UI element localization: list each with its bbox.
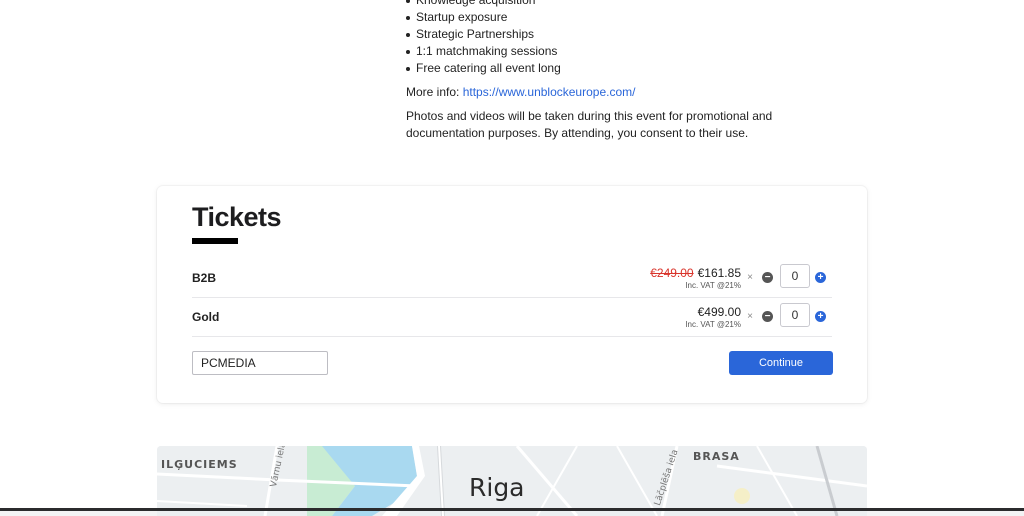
- benefit-item: Free catering all event long: [406, 60, 786, 77]
- map-city-label: Riga: [469, 473, 525, 502]
- tickets-heading: Tickets: [192, 202, 282, 232]
- location-map[interactable]: ILĢUCIEMS BRASA Riga Vārnu iela Lāčplēša…: [157, 446, 867, 516]
- plus-icon: +: [817, 271, 824, 283]
- benefit-item: Knowledge acquisition: [406, 0, 786, 9]
- ticket-row-gold: Gold €499.00 Inc. VAT @21% × − 0 +: [192, 298, 832, 337]
- benefit-item: Strategic Partnerships: [406, 26, 786, 43]
- decrease-quantity-button[interactable]: −: [762, 272, 773, 283]
- ticket-name: Gold: [192, 310, 220, 324]
- map-district-label: ILĢUCIEMS: [161, 458, 238, 471]
- more-info-label: More info:: [406, 85, 460, 99]
- promo-code-input[interactable]: PCMEDIA: [192, 351, 328, 375]
- more-info-line: More info: https://www.unblockeurope.com…: [406, 84, 786, 101]
- plus-icon: +: [817, 310, 824, 322]
- decrease-quantity-button[interactable]: −: [762, 311, 773, 322]
- continue-button[interactable]: Continue: [729, 351, 833, 375]
- ticket-price: €249.00 €161.85 Inc. VAT @21%: [650, 266, 741, 291]
- minus-icon: −: [764, 271, 771, 283]
- heading-underline: [192, 238, 238, 244]
- more-info-link[interactable]: https://www.unblockeurope.com/: [463, 85, 636, 99]
- quantity-field[interactable]: 0: [780, 264, 810, 288]
- photo-notice: Photos and videos will be taken during t…: [406, 109, 773, 140]
- ticket-name: B2B: [192, 271, 217, 285]
- page: Knowledge acquisition Startup exposure S…: [0, 0, 1024, 516]
- ticket-price: €499.00 Inc. VAT @21%: [685, 305, 741, 330]
- tickets-card: Tickets B2B €249.00 €161.85 Inc. VAT @21%…: [157, 186, 867, 403]
- vat-note: Inc. VAT @21%: [685, 320, 741, 329]
- event-description: Knowledge acquisition Startup exposure S…: [406, 0, 786, 142]
- benefit-item: Startup exposure: [406, 9, 786, 26]
- current-price: €499.00: [697, 305, 741, 319]
- vat-note: Inc. VAT @21%: [685, 281, 741, 290]
- current-price: €161.85: [697, 266, 741, 280]
- multiply-sign: ×: [747, 311, 753, 322]
- quantity-field[interactable]: 0: [780, 303, 810, 327]
- increase-quantity-button[interactable]: +: [815, 311, 826, 322]
- minus-icon: −: [764, 310, 771, 322]
- original-price: €249.00: [650, 266, 694, 280]
- map-district-label: BRASA: [693, 450, 740, 463]
- benefits-list: Knowledge acquisition Startup exposure S…: [406, 0, 786, 77]
- benefit-item: 1:1 matchmaking sessions: [406, 43, 786, 60]
- increase-quantity-button[interactable]: +: [815, 272, 826, 283]
- multiply-sign: ×: [747, 272, 753, 283]
- ticket-row-b2b: B2B €249.00 €161.85 Inc. VAT @21% × − 0 +: [192, 259, 832, 298]
